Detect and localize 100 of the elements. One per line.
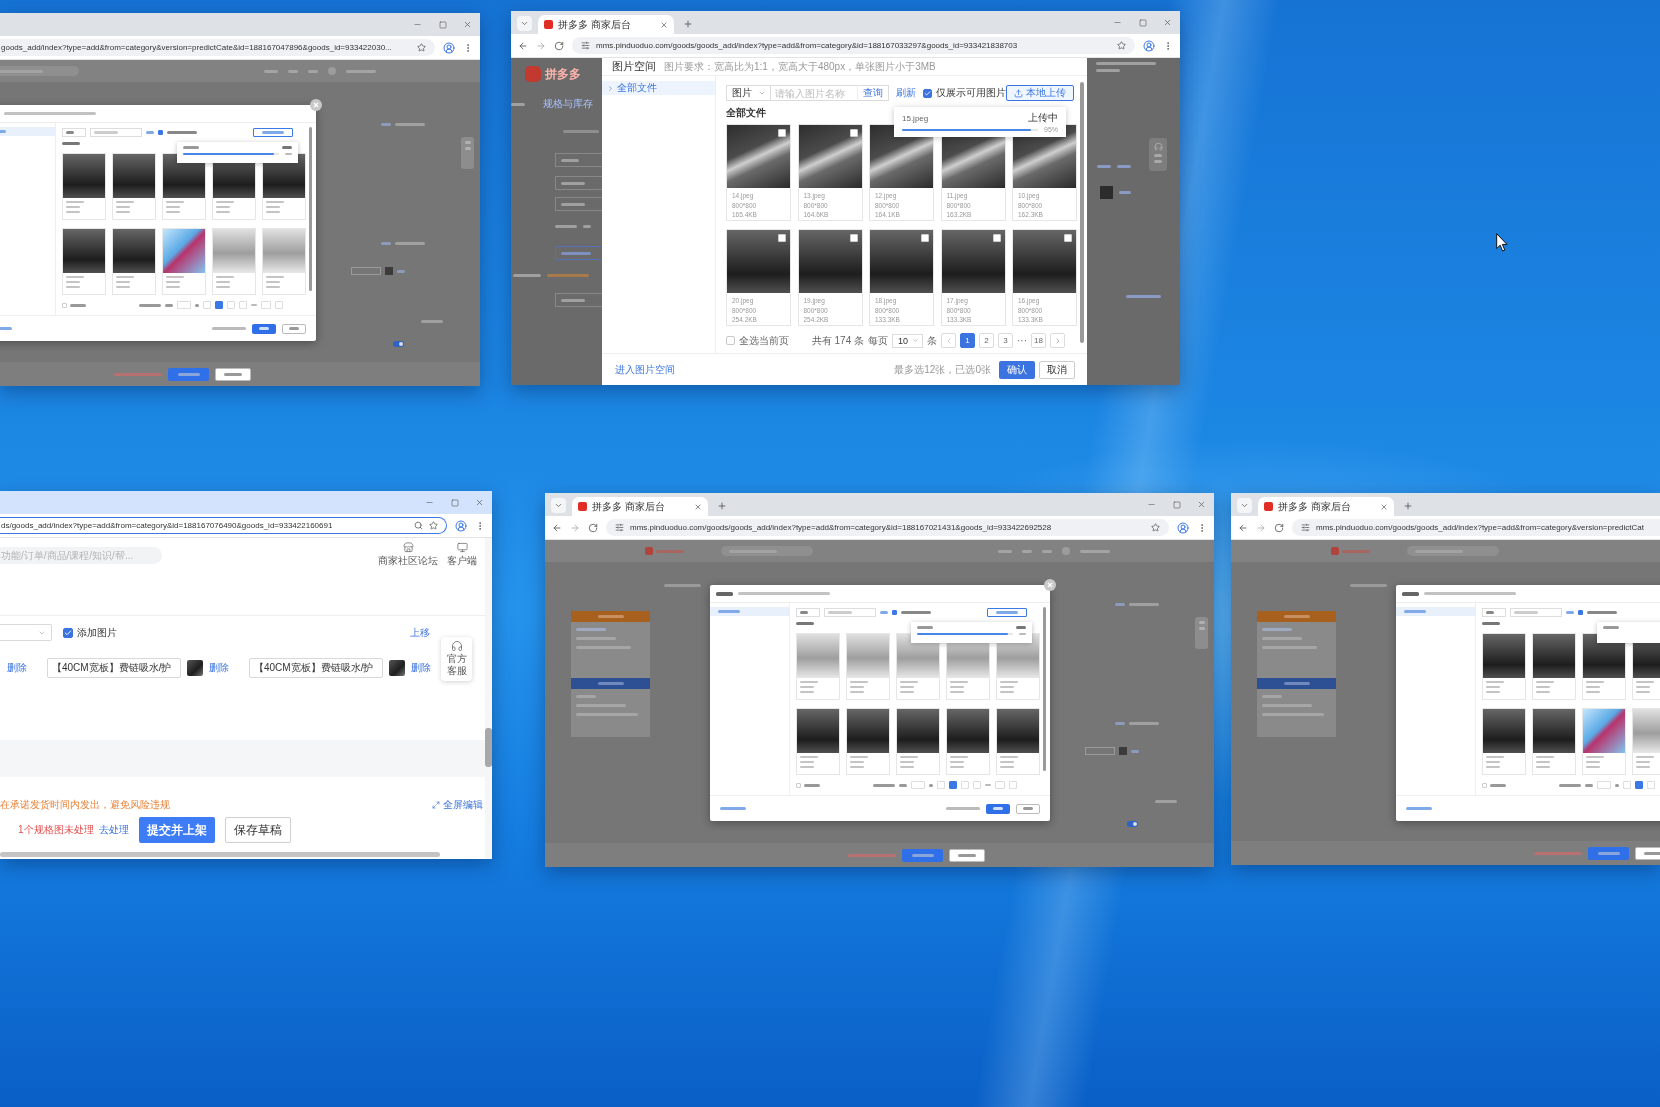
type-select[interactable]: 图片 xyxy=(726,85,771,101)
reload-icon[interactable] xyxy=(588,522,598,533)
close-icon[interactable] xyxy=(660,20,668,29)
input-field[interactable]: 【40CM宽板】费链吸水/护 xyxy=(47,658,181,678)
toggle-switch[interactable] xyxy=(393,341,404,347)
input-field[interactable] xyxy=(351,267,381,275)
secondary-button[interactable] xyxy=(1016,803,1040,814)
search-field[interactable] xyxy=(1407,546,1499,556)
image-card[interactable] xyxy=(1482,633,1526,700)
image-card[interactable] xyxy=(1532,708,1576,775)
primary-button[interactable] xyxy=(986,803,1010,814)
page-button[interactable] xyxy=(215,301,223,309)
folder-item[interactable] xyxy=(710,607,789,616)
address-field[interactable]: mms.pinduoduo.com/goods/goods_add/index?type=add&from=category&id=188167033297&goods_id=933421838703 xyxy=(572,37,1135,54)
checkbox[interactable] xyxy=(1482,782,1487,788)
image-space-link[interactable]: 进入图片空间 xyxy=(615,362,675,377)
next-page-button[interactable] xyxy=(1050,333,1065,348)
bookmark-star-icon[interactable] xyxy=(429,521,438,530)
refresh-link[interactable]: 刷新 xyxy=(896,86,916,100)
input-field[interactable]: 【40CM宽板】费链吸水/护 xyxy=(249,658,383,678)
image-card[interactable] xyxy=(112,228,156,295)
browser-tab[interactable]: 拼多多 商家后台 xyxy=(538,15,674,34)
upload-button[interactable]: 本地上传 xyxy=(1006,85,1074,101)
search-field[interactable] xyxy=(90,127,142,137)
image-checkbox[interactable] xyxy=(778,234,786,242)
fix-link[interactable]: 去处理 xyxy=(98,823,129,837)
side-button[interactable] xyxy=(571,678,650,689)
primary-button[interactable] xyxy=(252,323,276,334)
image-card[interactable] xyxy=(1532,633,1576,700)
image-card[interactable] xyxy=(846,708,890,775)
tab-list-button[interactable] xyxy=(1237,498,1252,513)
scrollbar[interactable] xyxy=(0,852,440,857)
page-button[interactable]: 18 xyxy=(1031,333,1046,348)
page-button[interactable]: 3 xyxy=(998,333,1013,348)
delete-link[interactable]: 删除 xyxy=(7,661,27,675)
checkbox[interactable] xyxy=(892,609,897,615)
next-page-button[interactable] xyxy=(275,301,283,309)
primary-button[interactable] xyxy=(1588,846,1629,860)
checkbox[interactable] xyxy=(158,129,163,135)
prev-page-button[interactable] xyxy=(937,781,945,789)
move-up-link[interactable]: 上移 xyxy=(410,625,430,640)
search-button[interactable]: 查询 xyxy=(857,85,889,101)
checkbox[interactable] xyxy=(923,88,932,98)
reload-icon[interactable] xyxy=(554,40,564,51)
avatar-icon[interactable] xyxy=(328,67,336,75)
profile-icon[interactable] xyxy=(443,41,455,54)
address-field[interactable]: goods_add/index?type=add&from=category&version=predictCate&id=188167047896&goods_id=933422030... xyxy=(0,39,435,56)
checkbox[interactable] xyxy=(63,627,73,638)
toggle-switch[interactable] xyxy=(1127,821,1138,827)
profile-icon[interactable] xyxy=(1143,39,1155,52)
forward-icon[interactable] xyxy=(570,522,580,533)
bookmark-star-icon[interactable] xyxy=(417,43,426,52)
address-field[interactable]: mms.pinduoduo.com/goods/goods_add/index?type=add&from=category&version=predictCat xyxy=(1292,519,1660,536)
page-button[interactable]: 2 xyxy=(979,333,994,348)
back-icon[interactable] xyxy=(518,40,528,51)
tab-list-button[interactable] xyxy=(551,498,566,513)
close-icon[interactable] xyxy=(694,502,702,511)
save-draft-button[interactable]: 保存草稿 xyxy=(224,817,291,843)
search-icon[interactable] xyxy=(414,521,423,530)
prev-page-button[interactable] xyxy=(203,301,211,309)
checkbox[interactable] xyxy=(726,336,735,345)
type-select[interactable] xyxy=(1482,607,1506,617)
nav-link[interactable]: 规格与库存 xyxy=(543,97,593,111)
checkbox[interactable] xyxy=(62,302,67,308)
image-checkbox[interactable] xyxy=(992,234,1001,242)
side-widget[interactable] xyxy=(461,137,474,169)
input-field[interactable] xyxy=(555,197,602,211)
forward-icon[interactable] xyxy=(536,40,546,51)
profile-icon[interactable] xyxy=(1177,521,1189,534)
browser-tab[interactable]: 拼多多 商家后台 xyxy=(1258,497,1394,516)
outline-button[interactable] xyxy=(555,246,602,260)
image-card[interactable] xyxy=(62,153,106,220)
upload-button[interactable] xyxy=(987,607,1027,617)
type-select[interactable] xyxy=(796,607,820,617)
scrollbar[interactable] xyxy=(309,127,312,291)
image-card[interactable] xyxy=(1482,708,1526,775)
tab-list-button[interactable] xyxy=(517,16,532,31)
browser-tab[interactable]: 拼多多 商家后台 xyxy=(572,497,708,516)
upload-button[interactable] xyxy=(253,127,293,137)
nav-link[interactable]: 客户端 xyxy=(447,542,477,568)
close-icon[interactable] xyxy=(1380,502,1388,511)
forward-icon[interactable] xyxy=(1256,522,1266,533)
primary-button[interactable] xyxy=(168,367,209,381)
search-field[interactable]: 请输入图片名称 xyxy=(771,85,857,101)
confirm-button[interactable]: 确认 xyxy=(999,360,1035,379)
image-checkbox[interactable] xyxy=(849,234,858,242)
fullscreen-edit-link[interactable]: 全屏编辑 xyxy=(432,798,483,812)
image-checkbox[interactable] xyxy=(1064,234,1072,242)
side-widget[interactable] xyxy=(1195,617,1208,649)
checkbox[interactable] xyxy=(796,782,801,788)
page-size-select[interactable] xyxy=(1597,781,1611,789)
delete-link[interactable]: 删除 xyxy=(209,661,229,675)
image-card[interactable] xyxy=(896,708,940,775)
back-icon[interactable] xyxy=(1238,522,1248,533)
customer-service-widget[interactable]: 官方客服 xyxy=(441,637,472,681)
side-button[interactable] xyxy=(571,611,650,622)
submit-button[interactable]: 提交并上架 xyxy=(138,817,215,843)
image-card[interactable] xyxy=(62,228,106,295)
search-field[interactable] xyxy=(721,546,813,556)
side-button[interactable] xyxy=(1257,678,1336,689)
